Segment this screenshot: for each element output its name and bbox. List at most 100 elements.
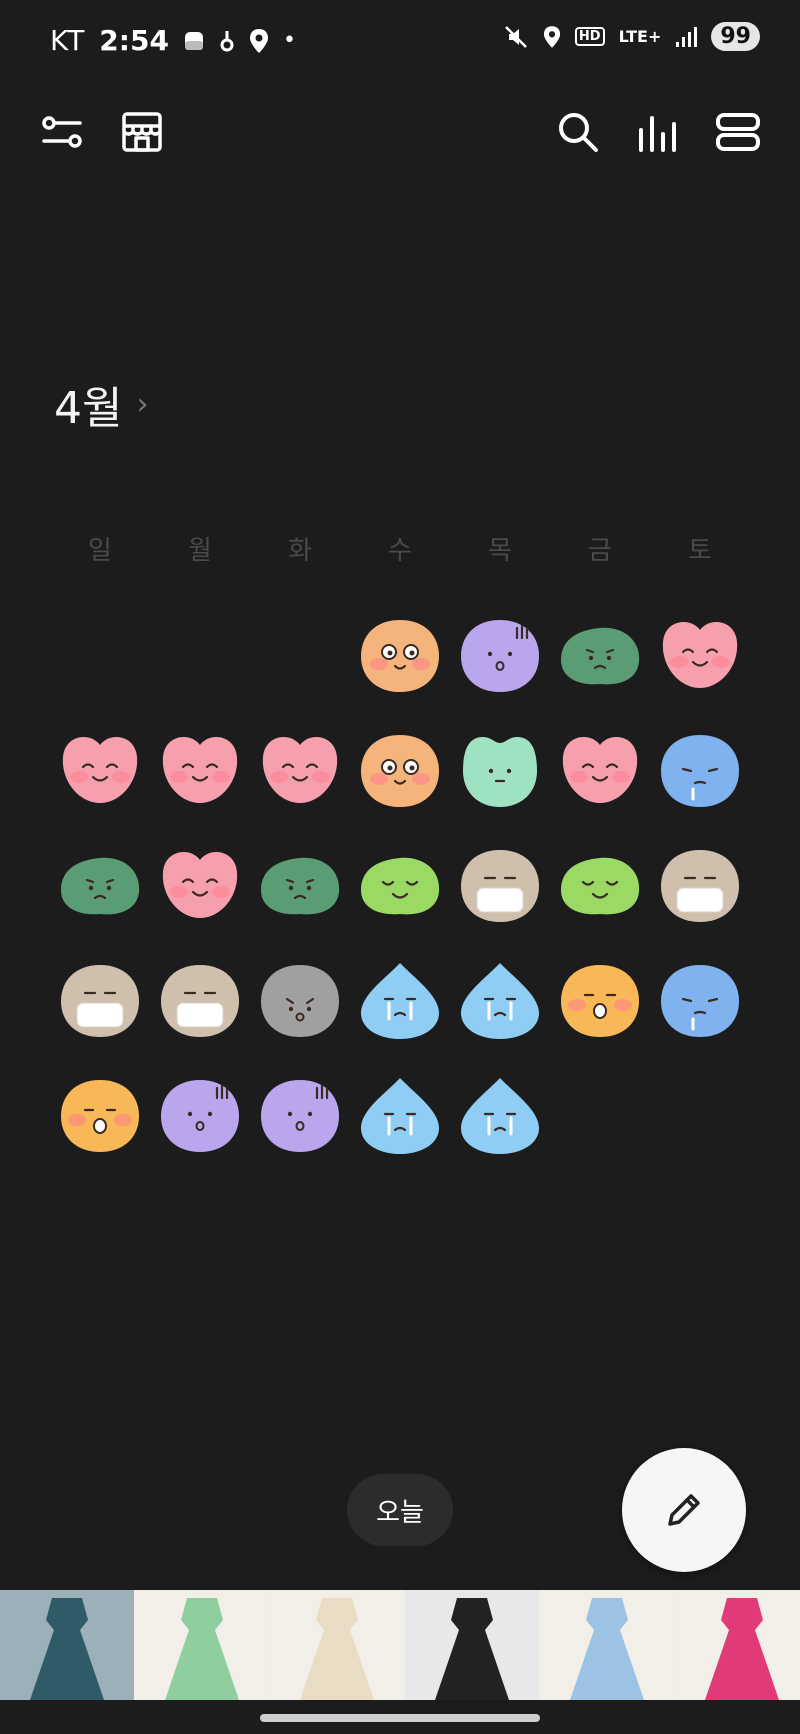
calendar-day-13[interactable] xyxy=(150,828,250,943)
calendar-day-1[interactable] xyxy=(350,598,450,713)
calendar-day-24[interactable] xyxy=(550,943,650,1058)
calendar-day-6[interactable] xyxy=(150,713,250,828)
top-toolbar xyxy=(0,100,800,164)
calendar-day-5[interactable] xyxy=(50,713,150,828)
calendar-day-27[interactable] xyxy=(150,1058,250,1173)
starry-mood-icon xyxy=(361,734,439,807)
happy-mood-icon xyxy=(662,621,738,688)
shocked-mood-icon xyxy=(461,619,539,692)
calendar-day-9[interactable] xyxy=(450,713,550,828)
ad-banner-strip[interactable] xyxy=(0,1590,800,1700)
shocked-mood-icon xyxy=(261,1079,339,1152)
calendar-day-8[interactable] xyxy=(350,713,450,828)
calendar-day-23[interactable] xyxy=(450,943,550,1058)
calendar-day-7[interactable] xyxy=(250,713,350,828)
ad-product-thumbnail[interactable] xyxy=(675,1590,800,1700)
calendar-day-17[interactable] xyxy=(550,828,650,943)
ad-product-thumbnail[interactable] xyxy=(0,1590,134,1700)
happy-mood-icon xyxy=(562,736,638,803)
dress-silhouette-icon xyxy=(435,1598,509,1700)
mute-icon xyxy=(505,25,527,48)
store-icon[interactable] xyxy=(116,106,168,158)
pencil-icon xyxy=(668,1494,700,1526)
calendar-day-29[interactable] xyxy=(350,1058,450,1173)
list-view-icon[interactable] xyxy=(712,106,764,158)
notification-app-icon xyxy=(184,31,203,50)
notification-drop-icon xyxy=(220,30,234,51)
write-entry-button[interactable] xyxy=(622,1448,746,1572)
calendar-day-12[interactable] xyxy=(50,828,150,943)
content-mood-icon xyxy=(361,857,440,914)
calendar-blank-cell xyxy=(150,598,250,713)
worried-mood-icon xyxy=(261,857,340,914)
ad-product-thumbnail[interactable] xyxy=(540,1590,674,1700)
search-icon[interactable] xyxy=(552,106,604,158)
calendar-day-22[interactable] xyxy=(350,943,450,1058)
calendar-day-16[interactable] xyxy=(450,828,550,943)
gloomy-mood-icon xyxy=(261,964,339,1037)
weekday-mon: 월 xyxy=(188,536,212,566)
weekday-sat: 토 xyxy=(688,536,712,566)
content-mood-icon xyxy=(561,857,640,914)
calendar-day-2[interactable] xyxy=(450,598,550,713)
hd-voice-badge: HD xyxy=(574,27,605,46)
mask-mood-icon xyxy=(161,964,239,1037)
sleepy-mood-icon xyxy=(661,964,739,1037)
crying-mood-icon xyxy=(461,1077,539,1154)
weekday-sun: 일 xyxy=(88,536,112,566)
calendar-day-26[interactable] xyxy=(50,1058,150,1173)
calendar-day-15[interactable] xyxy=(350,828,450,943)
calendar-day-28[interactable] xyxy=(250,1058,350,1173)
calendar-blank-cell xyxy=(250,598,350,713)
battery-indicator: 99 xyxy=(711,22,760,51)
calendar-day-30[interactable] xyxy=(450,1058,550,1173)
today-button[interactable]: 오늘 xyxy=(347,1474,453,1546)
calendar-day-18[interactable] xyxy=(650,828,750,943)
stats-bar-icon[interactable] xyxy=(632,106,684,158)
calendar-grid xyxy=(50,598,750,1173)
chevron-right-icon: › xyxy=(136,386,149,422)
happy-mood-icon xyxy=(162,736,238,803)
calendar-day-10[interactable] xyxy=(550,713,650,828)
starry-mood-icon xyxy=(361,619,439,692)
dress-silhouette-icon xyxy=(30,1598,104,1700)
sleepy-mood-icon xyxy=(661,734,739,807)
happy-mood-icon xyxy=(262,736,338,803)
calendar-day-20[interactable] xyxy=(150,943,250,1058)
home-gesture-handle[interactable] xyxy=(260,1714,540,1722)
weekday-fri: 금 xyxy=(588,536,612,566)
mask-mood-icon xyxy=(661,849,739,922)
calendar-day-21[interactable] xyxy=(250,943,350,1058)
weekday-header: 일 월 화 수 목 금 토 xyxy=(50,530,750,567)
weekday-tue: 화 xyxy=(288,536,312,566)
calm-mood-icon xyxy=(463,736,537,807)
mask-mood-icon xyxy=(61,964,139,1037)
month-label: 4월 xyxy=(54,383,123,434)
month-selector[interactable]: 4월 › xyxy=(54,372,148,436)
calendar-day-14[interactable] xyxy=(250,828,350,943)
filter-sliders-icon[interactable] xyxy=(36,106,88,158)
calendar-day-25[interactable] xyxy=(650,943,750,1058)
crying-mood-icon xyxy=(361,1077,439,1154)
weekday-wed: 수 xyxy=(388,536,412,566)
status-bar-left: KT 2:54 • xyxy=(50,24,296,57)
happy-mood-icon xyxy=(62,736,138,803)
calendar-day-4[interactable] xyxy=(650,598,750,713)
crying-mood-icon xyxy=(361,962,439,1039)
carrier-label: KT xyxy=(50,24,86,57)
ad-product-thumbnail[interactable] xyxy=(135,1590,269,1700)
calendar-blank-cell xyxy=(50,598,150,713)
calendar-day-19[interactable] xyxy=(50,943,150,1058)
dot-indicator-icon: • xyxy=(282,28,296,53)
surprised-mood-icon xyxy=(61,1079,139,1152)
signal-icon xyxy=(676,26,698,47)
dress-silhouette-icon xyxy=(705,1598,779,1700)
network-type: LTE+ xyxy=(618,26,662,46)
calendar-day-3[interactable] xyxy=(550,598,650,713)
ad-product-thumbnail[interactable] xyxy=(405,1590,539,1700)
happy-mood-icon xyxy=(162,851,238,918)
ad-product-thumbnail[interactable] xyxy=(270,1590,404,1700)
calendar-day-11[interactable] xyxy=(650,713,750,828)
worried-mood-icon xyxy=(561,627,640,684)
status-bar: KT 2:54 • HD LTE+ 99 xyxy=(0,0,800,84)
